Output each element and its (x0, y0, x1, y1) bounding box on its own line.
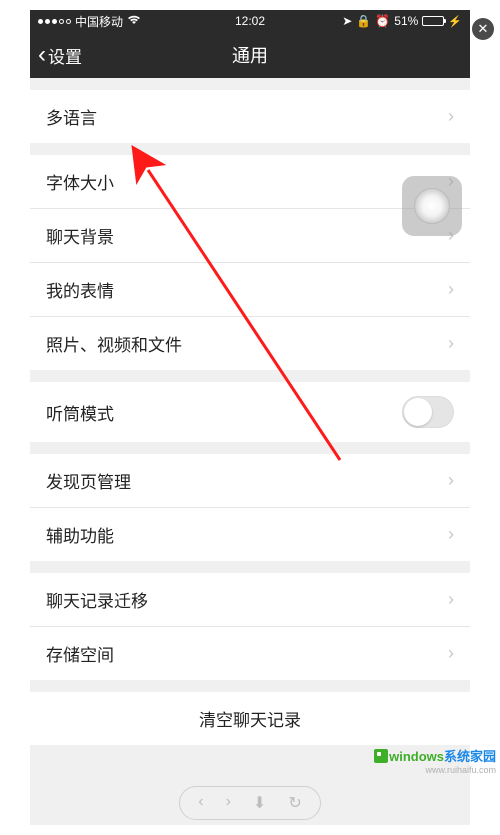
next-icon[interactable]: › (226, 793, 231, 813)
chevron-right-icon: › (448, 333, 454, 354)
assistive-touch-button[interactable] (402, 176, 462, 236)
cell-media-files[interactable]: 照片、视频和文件 › (30, 317, 470, 370)
cell-label: 照片、视频和文件 (46, 331, 182, 356)
phone-screen: 中国移动 12:02 ➤ 🔒 ⏰ 51% ⚡ ‹ (30, 10, 470, 825)
page-title: 通用 (232, 42, 268, 68)
watermark: windows系统家园 www.ruihaifu.com (374, 746, 496, 775)
watermark-text-a: windows (389, 749, 444, 764)
settings-group: 多语言 › (30, 90, 470, 143)
back-button[interactable]: ‹ 设置 (38, 43, 82, 68)
chevron-right-icon: › (448, 470, 454, 491)
wifi-icon (127, 14, 141, 28)
cell-label: 辅助功能 (46, 522, 114, 547)
location-icon: ➤ (342, 14, 352, 28)
signal-dots-icon (38, 19, 71, 24)
earpiece-mode-switch[interactable] (402, 396, 454, 428)
orientation-lock-icon: 🔒 (356, 14, 371, 28)
cell-label: 存储空间 (46, 641, 114, 666)
carrier-label: 中国移动 (75, 13, 123, 30)
cell-storage[interactable]: 存储空间 › (30, 627, 470, 680)
nav-bar: ‹ 设置 通用 (30, 32, 470, 78)
chevron-right-icon: › (448, 524, 454, 545)
clear-chat-history-button[interactable]: 清空聊天记录 (30, 692, 470, 745)
cell-label: 聊天记录迁移 (46, 587, 148, 612)
prev-icon[interactable]: ‹ (198, 793, 203, 813)
watermark-url: www.ruihaifu.com (374, 765, 496, 775)
refresh-icon[interactable]: ↻ (288, 793, 301, 813)
cell-label: 清空聊天记录 (199, 706, 301, 731)
close-icon: ✕ (478, 21, 489, 37)
back-label: 设置 (48, 43, 82, 68)
cell-label: 多语言 (46, 104, 97, 129)
close-button[interactable]: ✕ (472, 18, 494, 40)
watermark-logo-icon (374, 749, 388, 763)
cell-label: 聊天背景 (46, 223, 114, 248)
settings-group: 聊天记录迁移 › 存储空间 › (30, 573, 470, 680)
download-icon[interactable]: ⬇ (253, 793, 266, 813)
cell-language[interactable]: 多语言 › (30, 90, 470, 143)
cell-chat-migration[interactable]: 聊天记录迁移 › (30, 573, 470, 627)
cell-discover-manage[interactable]: 发现页管理 › (30, 454, 470, 508)
alarm-icon: ⏰ (375, 14, 390, 28)
cell-earpiece-mode[interactable]: 听筒模式 (30, 382, 470, 442)
assistive-touch-icon (414, 188, 450, 224)
cell-label: 发现页管理 (46, 468, 131, 493)
battery-icon (422, 16, 444, 26)
cell-accessibility[interactable]: 辅助功能 › (30, 508, 470, 561)
cell-label: 我的表情 (46, 277, 114, 302)
status-bar: 中国移动 12:02 ➤ 🔒 ⏰ 51% ⚡ (30, 10, 470, 32)
cell-label: 字体大小 (46, 169, 114, 194)
settings-group: 清空聊天记录 (30, 692, 470, 745)
cell-my-stickers[interactable]: 我的表情 › (30, 263, 470, 317)
watermark-text-b: 系统家园 (444, 749, 496, 764)
settings-group: 发现页管理 › 辅助功能 › (30, 454, 470, 561)
header: 中国移动 12:02 ➤ 🔒 ⏰ 51% ⚡ ‹ (30, 10, 470, 78)
settings-group: 听筒模式 (30, 382, 470, 442)
chevron-left-icon: ‹ (38, 43, 46, 67)
cell-label: 听筒模式 (46, 400, 114, 425)
chevron-right-icon: › (448, 106, 454, 127)
battery-percent: 51% (394, 14, 418, 28)
charging-icon: ⚡ (448, 15, 462, 28)
chevron-right-icon: › (448, 279, 454, 300)
viewer-toolbar: ‹ › ⬇ ↻ (30, 781, 470, 825)
chevron-right-icon: › (448, 643, 454, 664)
chevron-right-icon: › (448, 589, 454, 610)
